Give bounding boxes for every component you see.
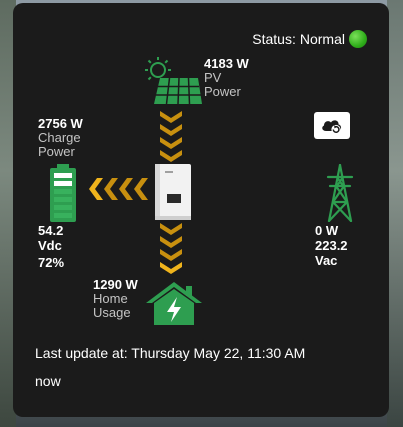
solar-panel-icon xyxy=(145,57,202,105)
battery-flow-arrows xyxy=(89,178,148,200)
status-value: Normal xyxy=(299,31,345,47)
charge-label-2: Power xyxy=(38,144,75,159)
battery-info: 54.2 Vdc 72% xyxy=(38,223,64,270)
transmission-tower-icon xyxy=(326,164,354,222)
home-info: 1290 W Home Usage xyxy=(93,277,138,320)
status-dot-icon xyxy=(349,30,367,48)
pv-power-value: 4183 W xyxy=(204,56,249,71)
pv-info: 4183 W PV Power xyxy=(204,56,249,99)
refresh-button[interactable] xyxy=(314,112,350,139)
home-label-1: Home xyxy=(93,291,128,306)
battery-soc: 72% xyxy=(38,255,65,270)
last-update-text: Last update at: Thursday May 22, 11:30 A… xyxy=(35,345,306,361)
pv-label-1: PV xyxy=(204,70,222,85)
battery-icon xyxy=(50,164,76,222)
home-flow-arrows xyxy=(160,223,182,274)
pv-flow-arrows xyxy=(160,111,182,162)
home-lightning-icon xyxy=(146,282,202,325)
cloud-refresh-icon xyxy=(322,119,342,134)
background-right xyxy=(387,0,403,427)
home-label-2: Usage xyxy=(93,305,131,320)
grid-info: 0 W 223.2 Vac xyxy=(315,223,348,268)
charge-label-1: Charge xyxy=(38,130,81,145)
battery-voltage-unit: Vdc xyxy=(38,238,62,253)
status-indicator: Status: Normal xyxy=(252,30,367,48)
status-label: Status: xyxy=(252,31,296,47)
home-power-value: 1290 W xyxy=(93,277,138,292)
grid-voltage-unit: Vac xyxy=(315,253,338,268)
inverter-icon xyxy=(155,164,191,220)
charge-info: 2756 W Charge Power xyxy=(38,116,83,159)
pv-label-2: Power xyxy=(204,84,241,99)
battery-voltage: 54.2 xyxy=(38,223,64,238)
charge-power-value: 2756 W xyxy=(38,116,83,131)
grid-voltage: 223.2 xyxy=(315,238,348,253)
grid-power-value: 0 W xyxy=(315,223,339,238)
energy-flow-card: Status: Normal 4183 W PV Power 2756 W Ch… xyxy=(13,3,389,417)
last-update-relative: now xyxy=(35,373,61,389)
